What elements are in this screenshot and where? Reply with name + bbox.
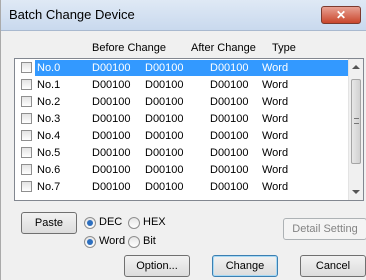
row-number: No.7 <box>37 181 61 193</box>
vertical-scrollbar[interactable] <box>348 59 363 200</box>
row-type: Word <box>262 181 289 193</box>
change-button[interactable]: Change <box>212 255 278 277</box>
before-change-start: D00100 <box>92 147 131 159</box>
before-change-end: D00100 <box>145 130 184 142</box>
row-checkbox[interactable] <box>21 147 32 158</box>
row-type: Word <box>262 164 289 176</box>
radio-dec-label: DEC <box>99 216 123 228</box>
row-number: No.4 <box>37 130 61 142</box>
after-change: D00100 <box>210 79 249 91</box>
radio-word[interactable] <box>84 236 96 248</box>
cancel-button[interactable]: Cancel <box>300 255 366 277</box>
list-item[interactable]: No.3 D00100 D00100 D00100 Word <box>15 111 350 128</box>
row-number: No.6 <box>37 164 61 176</box>
before-change-start: D00100 <box>92 79 131 91</box>
before-change-end: D00100 <box>145 181 184 193</box>
row-checkbox[interactable] <box>21 130 32 141</box>
list-item[interactable]: No.4 D00100 D00100 D00100 Word <box>15 128 350 145</box>
radio-bit-label: Bit <box>143 235 156 247</box>
before-change-end: D00100 <box>145 113 184 125</box>
column-header-before-change: Before Change <box>92 42 166 54</box>
row-number: No.2 <box>37 96 61 108</box>
row-type: Word <box>262 96 289 108</box>
after-change: D00100 <box>210 113 249 125</box>
list-item[interactable]: No.7 D00100 D00100 D00100 Word <box>15 179 350 196</box>
row-number: No.3 <box>37 113 61 125</box>
before-change-start: D00100 <box>92 181 131 193</box>
before-change-end: D00100 <box>145 62 184 74</box>
before-change-end: D00100 <box>145 79 184 91</box>
detail-setting-button[interactable]: Detail Setting <box>283 218 366 240</box>
radio-word-label: Word <box>99 235 126 247</box>
before-change-start: D00100 <box>92 96 131 108</box>
before-change-start: D00100 <box>92 113 131 125</box>
row-type: Word <box>262 62 289 74</box>
before-change-end: D00100 <box>145 96 184 108</box>
row-checkbox[interactable] <box>21 181 32 192</box>
after-change: D00100 <box>210 181 249 193</box>
list-item[interactable]: No.5 D00100 D00100 D00100 Word <box>15 145 350 162</box>
after-change: D00100 <box>210 130 249 142</box>
radio-hex[interactable] <box>128 217 140 229</box>
before-change-end: D00100 <box>145 147 184 159</box>
row-checkbox[interactable] <box>21 113 32 124</box>
list-item[interactable]: No.6 D00100 D00100 D00100 Word <box>15 162 350 179</box>
row-type: Word <box>262 113 289 125</box>
option-button[interactable]: Option... <box>124 255 190 277</box>
radio-hex-label: HEX <box>143 216 166 228</box>
device-list[interactable]: No.0 D00100 D00100 D00100 Word No.1 D00100 D001… <box>14 58 364 201</box>
after-change: D00100 <box>210 96 249 108</box>
batch-change-device-dialog: Batch Change Device ✕ Before Change Afte… <box>0 0 366 280</box>
before-change-end: D00100 <box>145 164 184 176</box>
window-title: Batch Change Device <box>9 7 135 22</box>
list-item[interactable]: No.0 D00100 D00100 D00100 Word <box>15 60 350 77</box>
row-number: No.0 <box>37 62 61 74</box>
grip-icon <box>354 118 359 124</box>
row-checkbox[interactable] <box>21 96 32 107</box>
row-type: Word <box>262 147 289 159</box>
before-change-start: D00100 <box>92 130 131 142</box>
row-checkbox[interactable] <box>21 62 32 73</box>
list-item[interactable]: No.1 D00100 D00100 D00100 Word <box>15 77 350 94</box>
row-checkbox[interactable] <box>21 164 32 175</box>
column-header-after-change: After Change <box>191 42 256 54</box>
scroll-thumb[interactable] <box>351 79 361 164</box>
scroll-up-arrow-icon[interactable] <box>352 65 360 69</box>
before-change-start: D00100 <box>92 164 131 176</box>
row-number: No.1 <box>37 79 61 91</box>
row-checkbox[interactable] <box>21 79 32 90</box>
radio-bit[interactable] <box>128 236 140 248</box>
row-type: Word <box>262 79 289 91</box>
column-header-type: Type <box>272 42 296 54</box>
scroll-down-arrow-icon[interactable] <box>352 190 360 194</box>
title-bar: Batch Change Device ✕ <box>1 0 366 31</box>
row-type: Word <box>262 130 289 142</box>
paste-button[interactable]: Paste <box>21 212 77 234</box>
after-change: D00100 <box>210 147 249 159</box>
after-change: D00100 <box>210 62 249 74</box>
list-item[interactable]: No.2 D00100 D00100 D00100 Word <box>15 94 350 111</box>
row-number: No.5 <box>37 147 61 159</box>
before-change-start: D00100 <box>92 62 131 74</box>
after-change: D00100 <box>210 164 249 176</box>
close-button[interactable]: ✕ <box>321 6 361 24</box>
selection-highlight <box>35 60 350 76</box>
radio-dec[interactable] <box>84 217 96 229</box>
